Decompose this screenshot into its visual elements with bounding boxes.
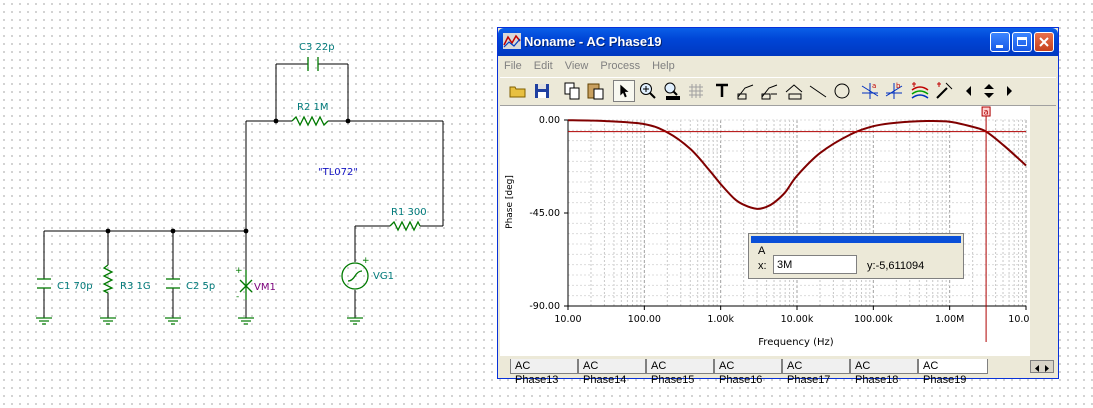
vm1-minus-sign: - [236,292,239,302]
phase-plot[interactable]: 10.00 100.00 1.00k 10.00k 100.00k 1.00M 10.00M… [500,106,1030,356]
curve-color-icon[interactable] [909,80,931,102]
open-icon[interactable] [507,80,529,102]
vm1-plus-sign: + [235,266,243,276]
menu-process[interactable]: Process [594,58,646,74]
tab-ac-phase13[interactable]: AC Phase13 [510,359,578,386]
side-panel [1030,106,1056,356]
pick-icon[interactable] [933,80,955,102]
y-tick-label: 0.00 [539,115,560,126]
cursor-x-input[interactable] [773,255,857,274]
menu-help[interactable]: Help [646,58,681,74]
tab-ac-phase15[interactable]: AC Phase15 [646,359,714,386]
label-r3: R3 1G [120,281,151,292]
tab-scroll-buttons[interactable] [1030,360,1054,373]
resistor-r2[interactable] [291,115,329,127]
cursor-y-value: -5,611094 [875,260,925,272]
x-tick-label: 1.00M [935,314,964,325]
label-vg1: VG1 [373,271,394,282]
menu-bar: File Edit View Process Help [498,56,1058,76]
capacitor-c1[interactable] [37,278,51,289]
capacitor-c2[interactable] [166,278,180,289]
capacitor-c3[interactable] [307,57,319,71]
tab-ac-phase16[interactable]: AC Phase16 [714,359,782,386]
resistor-r3[interactable] [102,264,114,294]
tab-scroll-arrows-icon [1035,365,1049,372]
arrow-left-icon[interactable] [962,80,976,102]
tab-ac-phase14[interactable]: AC Phase14 [578,359,646,386]
cursor-y-readout: y:-5,611094 [867,260,924,272]
minimize-button[interactable] [990,32,1010,52]
tab-bar: AC Phase13 AC Phase14 AC Phase15 AC Phas… [500,358,1056,386]
generator-vg1[interactable] [341,262,369,290]
tab-ac-phase18[interactable]: AC Phase18 [850,359,918,386]
cursor-b-icon[interactable]: b [883,80,905,102]
title-bar[interactable]: Noname - AC Phase19 [498,28,1058,56]
label-c2: C2 5p [186,281,215,292]
cursor-a-marker-label: a [984,108,989,117]
cursor-name: A [758,245,766,257]
y-tick-label: -45.00 [529,208,560,219]
menu-edit[interactable]: Edit [528,58,559,74]
annotation-icon[interactable] [735,80,757,102]
shape-icon[interactable] [783,80,805,102]
close-button[interactable] [1034,32,1054,52]
cursor-x-label: x: [758,260,767,272]
label-opamp: "TL072" [318,167,358,178]
x-tick-label: 10.00 [554,314,581,325]
copy-icon[interactable] [561,80,583,102]
x-axis-label: Frequency (Hz) [758,337,834,348]
ground-symbols [36,317,363,325]
menu-view[interactable]: View [559,58,595,74]
resistor-r1[interactable] [389,220,421,232]
pointer-icon[interactable] [613,80,635,102]
maximize-button[interactable] [1012,32,1032,52]
cursor-readout-panel[interactable]: A x: y:-5,611094 [748,233,964,279]
arrow-right-icon[interactable] [1002,80,1016,102]
junction-dots [105,118,351,234]
label-c3: C3 22p [299,42,335,53]
close-icon [1039,37,1049,47]
x-tick-label: 10.00k [781,314,814,325]
x-tick-label: 100.00 [628,314,661,325]
label-c1: C1 70p [57,281,93,292]
x-tick-label: 10.00M [1008,314,1030,325]
tab-ac-phase19[interactable]: AC Phase19 [918,359,988,386]
circle-icon[interactable] [831,80,853,102]
grid-icon[interactable] [685,80,707,102]
toolbar: a b [500,77,1056,106]
tab-ac-phase17[interactable]: AC Phase17 [782,359,850,386]
plot-grid [564,119,1027,310]
label-vm1: VM1 [254,282,276,293]
circuit-schematic: C3 22p R2 1M "TL072" R1 300 C1 70p R3 1G… [36,42,444,325]
svg-text:b: b [896,82,901,90]
text-icon[interactable] [711,80,733,102]
vg1-plus-sign: + [362,256,370,266]
cursor-a-icon[interactable]: a [859,80,881,102]
annotation2-icon[interactable] [759,80,781,102]
line-icon[interactable] [807,80,829,102]
menu-file[interactable]: File [498,58,528,74]
x-tick-label: 100.00k [854,314,893,325]
y-tick-label: -90.00 [529,301,560,312]
label-r2: R2 1M [297,102,328,113]
zoom-100-icon[interactable] [661,80,683,102]
paste-icon[interactable] [585,80,607,102]
diagram-window[interactable]: Noname - AC Phase19 File Edit View Process H… [497,27,1059,386]
arrow-updown-icon[interactable] [978,80,1000,102]
svg-text:a: a [872,82,876,90]
maximize-icon [1017,37,1027,46]
cursor-readout-header [751,236,961,243]
cursor-y-label: y: [867,260,876,272]
app-chart-icon [503,33,521,49]
save-icon[interactable] [531,80,553,102]
x-tick-label: 1.00k [707,314,734,325]
window-title: Noname - AC Phase19 [524,34,662,49]
zoom-in-icon[interactable] [637,80,659,102]
minimize-icon [996,45,1003,48]
y-axis-label: Phase [deg] [505,175,515,229]
label-r1: R1 300 [391,207,427,218]
